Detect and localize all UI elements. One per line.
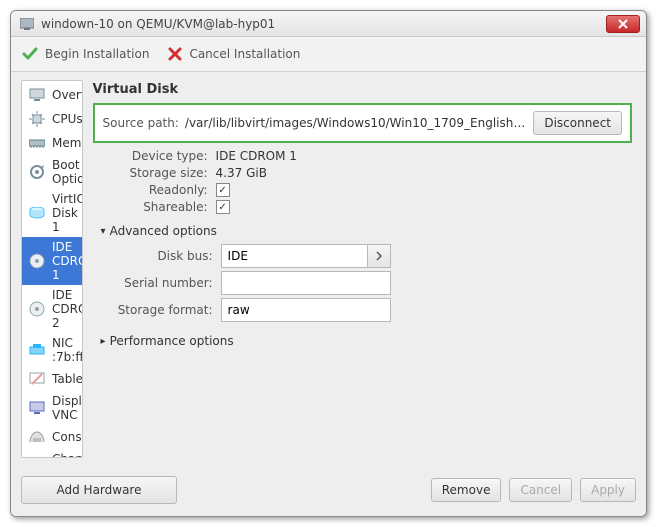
remove-button[interactable]: Remove	[431, 478, 502, 502]
section-title: Virtual Disk	[93, 82, 632, 97]
source-path-value: /var/lib/libvirt/images/Windows10/Win10_…	[185, 116, 527, 130]
body: Overview CPUs Memory Boot Options VirtIO…	[11, 72, 646, 466]
sidebar-item-nic[interactable]: NIC :7b:ff:1b	[22, 333, 82, 367]
storage-size-row: Storage size: 4.37 GiB	[113, 166, 632, 180]
bottom-bar: Add Hardware Remove Cancel Apply	[11, 466, 646, 516]
disk-bus-row: Disk bus: IDE	[107, 244, 632, 268]
toolbar: Begin Installation Cancel Installation	[11, 37, 646, 72]
device-type-value: IDE CDROM 1	[216, 149, 297, 163]
readonly-row: Readonly: ✓	[113, 183, 632, 197]
channel-icon	[28, 457, 46, 458]
storage-size-label: Storage size:	[113, 166, 208, 180]
storage-format-row: Storage format:	[107, 298, 632, 322]
titlebar: windown-10 on QEMU/KVM@lab-hyp01	[11, 11, 646, 37]
advanced-options-expander[interactable]: ▾ Advanced options	[101, 224, 632, 238]
device-type-row: Device type: IDE CDROM 1	[113, 149, 632, 163]
tablet-icon	[28, 370, 46, 388]
disk-bus-combobox[interactable]: IDE	[221, 244, 391, 268]
sidebar-item-label: Memory	[52, 136, 83, 150]
sidebar-item-label: IDE CDROM 2	[52, 288, 83, 330]
sidebar-item-label: IDE CDROM 1	[52, 240, 83, 282]
disk-bus-value: IDE	[221, 244, 367, 268]
sidebar-item-memory[interactable]: Memory	[22, 131, 82, 155]
serial-number-input[interactable]	[221, 271, 391, 295]
cdrom-icon	[28, 252, 46, 270]
vm-config-window: windown-10 on QEMU/KVM@lab-hyp01 Begin I…	[10, 10, 647, 517]
sidebar-item-label: VirtIO Disk 1	[52, 192, 83, 234]
boot-icon	[28, 163, 46, 181]
begin-installation-label: Begin Installation	[45, 47, 149, 61]
storage-format-input[interactable]	[221, 298, 391, 322]
cancel-icon	[167, 46, 183, 62]
shareable-checkbox[interactable]: ✓	[216, 200, 230, 214]
performance-options-label: Performance options	[110, 334, 234, 348]
console-icon	[28, 428, 46, 446]
memory-icon	[28, 134, 46, 152]
main-panel: Virtual Disk Source path: /var/lib/libvi…	[89, 80, 636, 458]
sidebar-item-virtio-disk-1[interactable]: VirtIO Disk 1	[22, 189, 82, 237]
sidebar-item-boot-options[interactable]: Boot Options	[22, 155, 82, 189]
sidebar-item-ide-cdrom-1[interactable]: IDE CDROM 1	[22, 237, 82, 285]
shareable-label: Shareable:	[113, 200, 208, 214]
check-icon	[21, 45, 39, 63]
triangle-right-icon: ▸	[101, 336, 106, 347]
vm-window-icon	[19, 16, 35, 32]
sidebar-item-label: Tablet	[52, 372, 83, 386]
readonly-label: Readonly:	[113, 183, 208, 197]
sidebar-item-cpus[interactable]: CPUs	[22, 107, 82, 131]
display-icon	[28, 399, 46, 417]
cdrom-icon	[28, 300, 46, 318]
sidebar-item-label: NIC :7b:ff:1b	[52, 336, 83, 364]
storage-format-label: Storage format:	[107, 303, 213, 317]
advanced-options-label: Advanced options	[110, 224, 217, 238]
disconnect-button[interactable]: Disconnect	[533, 111, 622, 135]
performance-options-expander[interactable]: ▸ Performance options	[101, 334, 632, 348]
source-path-label: Source path:	[103, 116, 179, 130]
sidebar-item-label: Overview	[52, 88, 83, 102]
device-type-label: Device type:	[113, 149, 208, 163]
shareable-row: Shareable: ✓	[113, 200, 632, 214]
sidebar-item-ide-cdrom-2[interactable]: IDE CDROM 2	[22, 285, 82, 333]
sidebar-item-display-vnc[interactable]: Display VNC	[22, 391, 82, 425]
sidebar-item-label: Channel spice	[52, 452, 83, 458]
cpu-icon	[28, 110, 46, 128]
sidebar-item-label: CPUs	[52, 112, 83, 126]
cancel-installation-label: Cancel Installation	[189, 47, 300, 61]
triangle-down-icon: ▾	[101, 226, 106, 237]
monitor-icon	[28, 86, 46, 104]
window-close-button[interactable]	[606, 15, 640, 33]
sidebar-item-label: Display VNC	[52, 394, 83, 422]
serial-number-row: Serial number:	[107, 271, 632, 295]
sidebar-item-tablet[interactable]: Tablet	[22, 367, 82, 391]
window-title: windown-10 on QEMU/KVM@lab-hyp01	[41, 17, 606, 31]
serial-number-label: Serial number:	[107, 276, 213, 290]
sidebar-item-channel-spice[interactable]: Channel spice	[22, 449, 82, 458]
source-path-row: Source path: /var/lib/libvirt/images/Win…	[93, 103, 632, 143]
sidebar-item-console[interactable]: Console	[22, 425, 82, 449]
readonly-checkbox[interactable]: ✓	[216, 183, 230, 197]
sidebar-item-label: Boot Options	[52, 158, 83, 186]
cancel-installation-button[interactable]: Cancel Installation	[167, 46, 300, 62]
disk-bus-label: Disk bus:	[107, 249, 213, 263]
apply-button[interactable]: Apply	[580, 478, 636, 502]
cancel-button[interactable]: Cancel	[509, 478, 572, 502]
dropdown-arrow-icon[interactable]	[367, 244, 391, 268]
hardware-sidebar: Overview CPUs Memory Boot Options VirtIO…	[21, 80, 83, 458]
disk-icon	[28, 204, 46, 222]
nic-icon	[28, 341, 46, 359]
add-hardware-button[interactable]: Add Hardware	[21, 476, 177, 504]
sidebar-item-overview[interactable]: Overview	[22, 83, 82, 107]
begin-installation-button[interactable]: Begin Installation	[21, 45, 149, 63]
storage-size-value: 4.37 GiB	[216, 166, 267, 180]
sidebar-item-label: Console	[52, 430, 83, 444]
